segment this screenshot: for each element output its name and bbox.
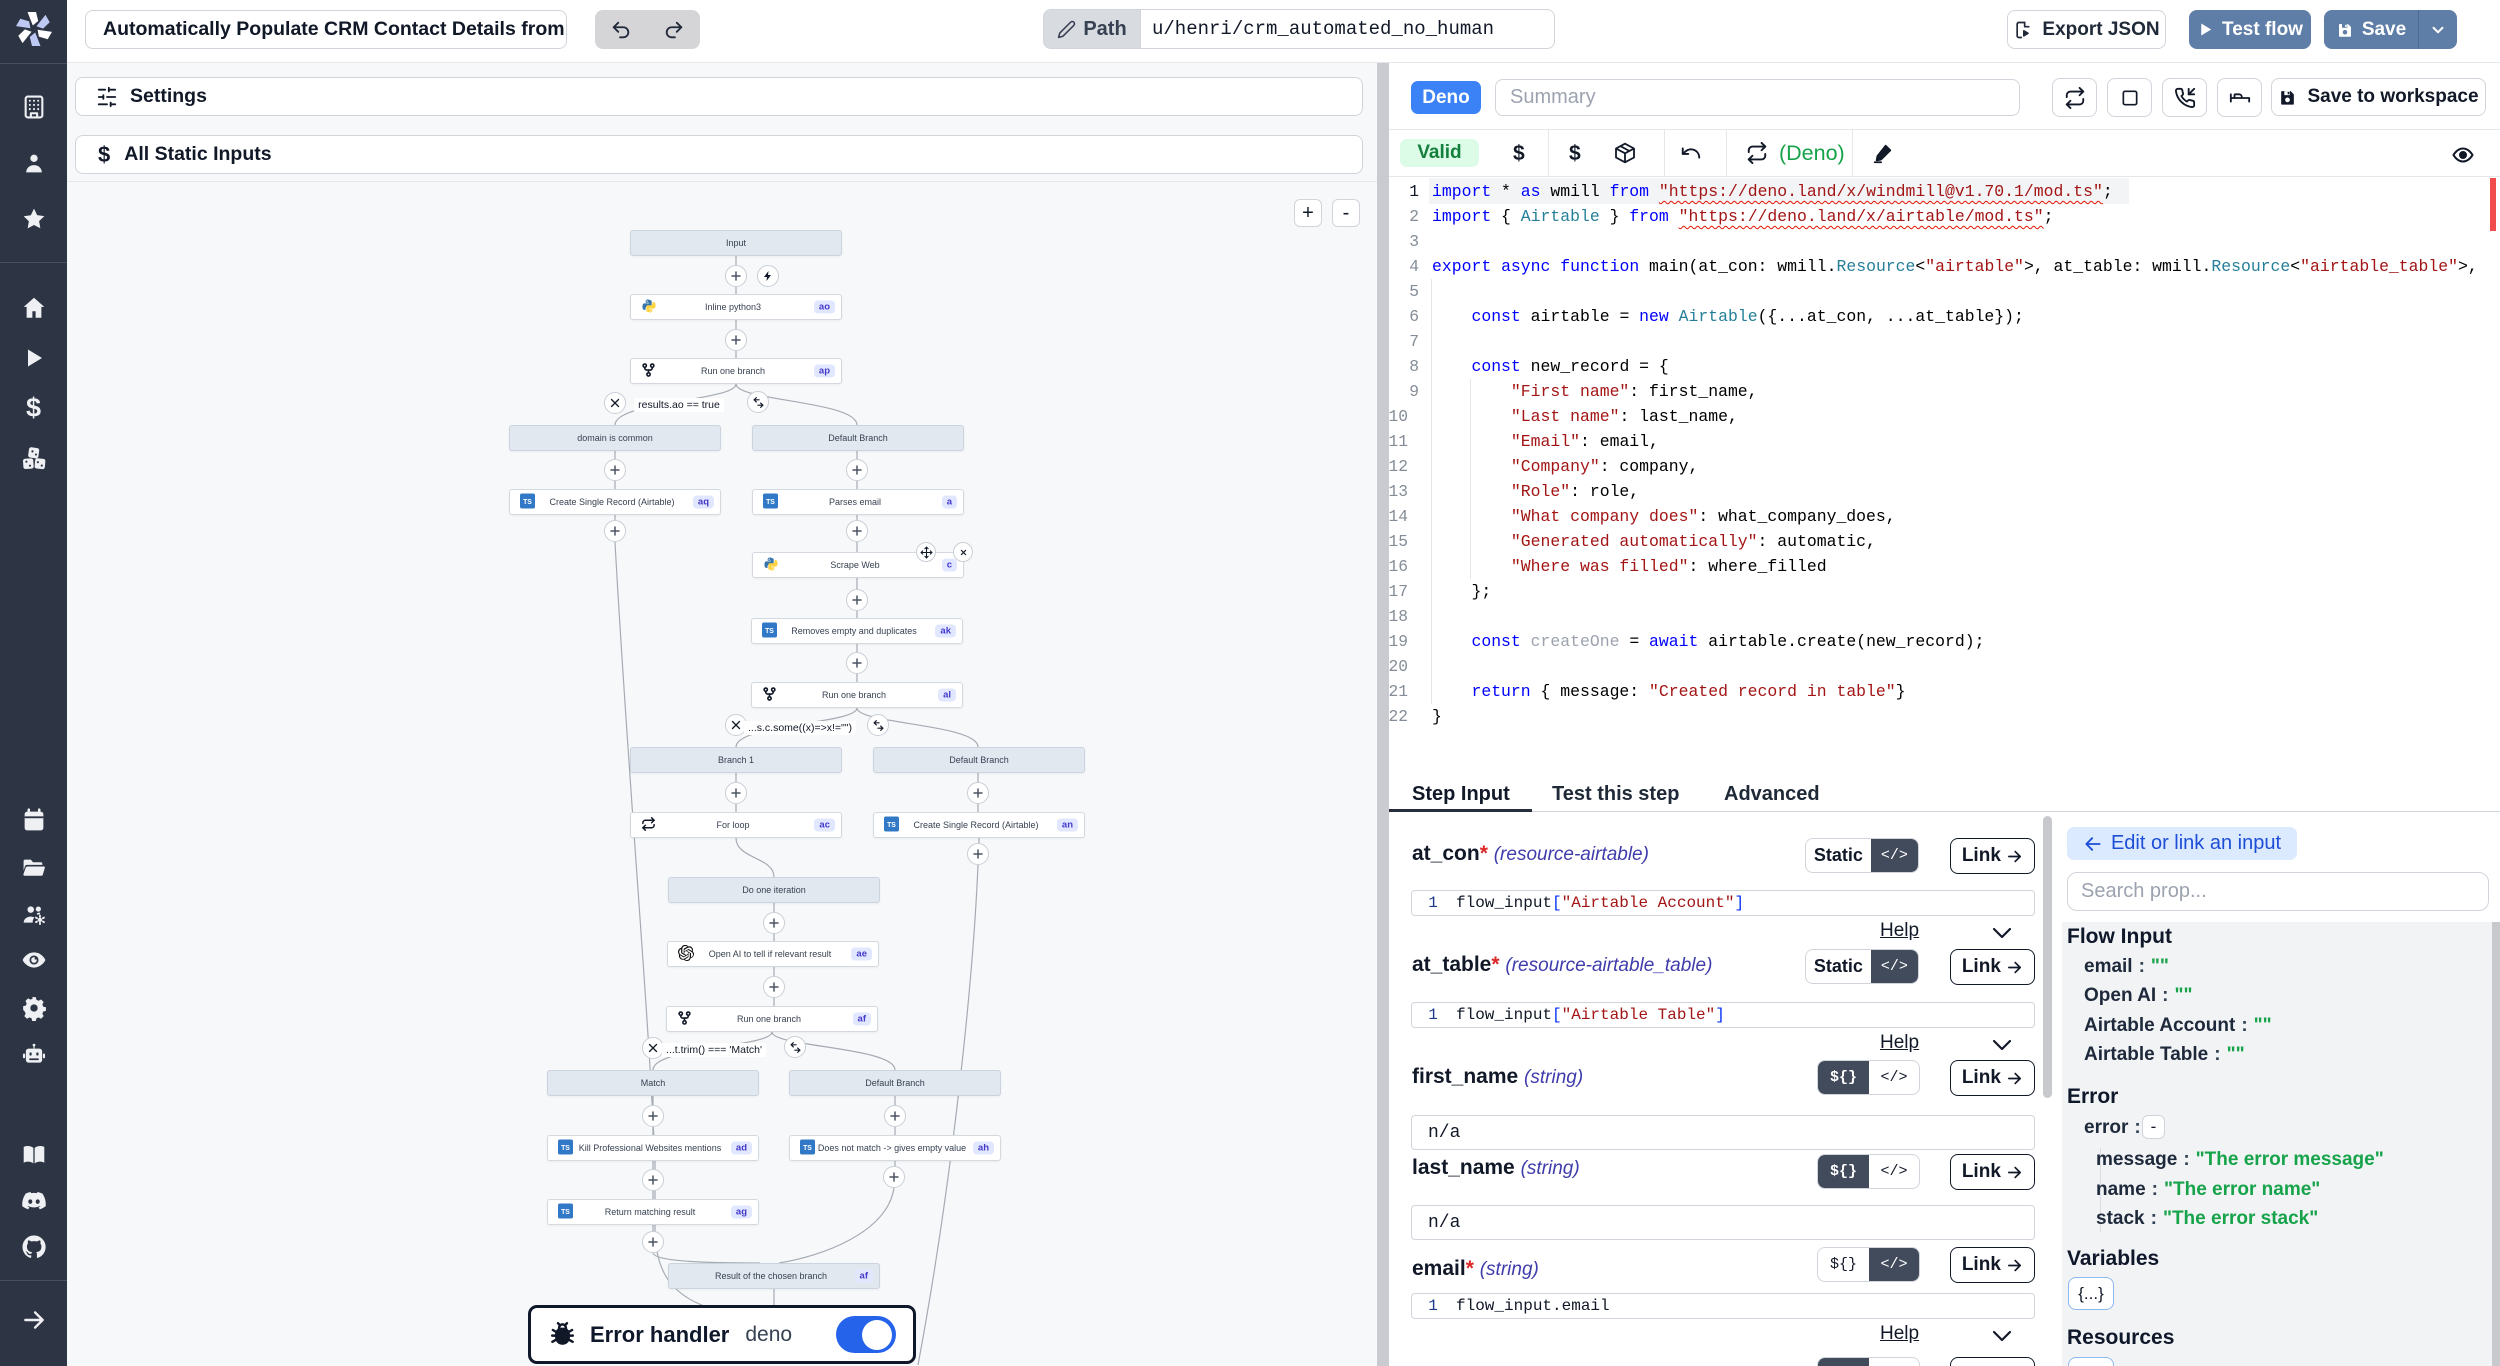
- svg-text:TS: TS: [523, 499, 532, 506]
- svg-text:TS: TS: [887, 822, 896, 829]
- svg-text:TS: TS: [765, 628, 774, 635]
- svg-text:TS: TS: [561, 1209, 570, 1216]
- svg-text:TS: TS: [766, 499, 775, 506]
- svg-text:TS: TS: [561, 1145, 570, 1152]
- svg-text:TS: TS: [803, 1145, 812, 1152]
